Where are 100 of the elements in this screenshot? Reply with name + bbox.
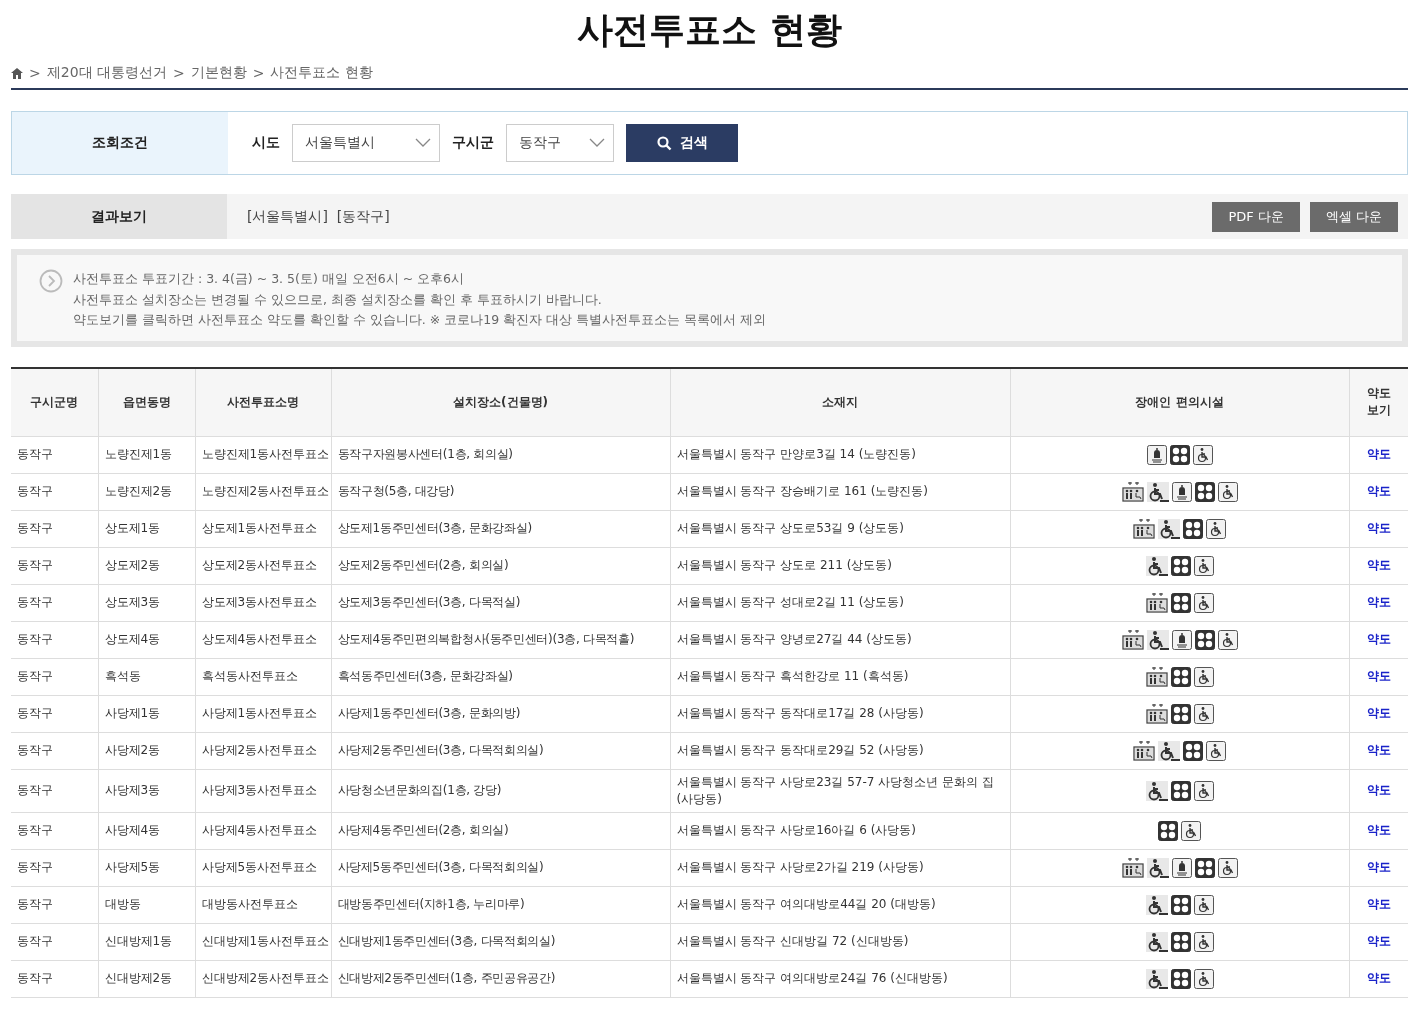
bell-icon — [1171, 857, 1192, 878]
table-cell: 동작구 — [11, 769, 98, 812]
table-cell: 서울특별시 동작구 상도로53길 9 (상도동) — [670, 510, 1010, 547]
map-link[interactable]: 약도 — [1366, 823, 1391, 837]
dots-icon — [1194, 629, 1215, 650]
wheelchair-icon — [1193, 666, 1214, 687]
breadcrumb-link[interactable]: 사전투표소 현황 — [270, 64, 373, 82]
ramp-wheelchair-icon — [1146, 629, 1169, 650]
table-cell: 사당제1동주민센터(3층, 문화의방) — [331, 695, 670, 732]
table-cell: 대방동 — [98, 886, 195, 923]
column-header: 약도 보기 — [1349, 367, 1408, 436]
dropdown-select[interactable]: 동작구 — [506, 124, 614, 162]
table-cell: 노량진제1동사전투표소 — [195, 436, 331, 473]
map-link[interactable]: 약도 — [1366, 558, 1391, 572]
column-header: 읍면동명 — [98, 367, 195, 436]
table-cell: 신대방제2동사전투표소 — [195, 960, 331, 997]
table-cell: 신대방제1동사전투표소 — [195, 923, 331, 960]
table-cell: 상도제2동 — [98, 547, 195, 584]
elevator-icon — [1133, 740, 1155, 761]
column-header: 소재지 — [670, 367, 1010, 436]
search-button[interactable]: 검색 — [626, 124, 738, 162]
table-cell: 사당제2동사전투표소 — [195, 732, 331, 769]
table-cell: 동작구 — [11, 584, 98, 621]
chevron-circle-icon — [39, 269, 63, 293]
table-cell: 상도제4동 — [98, 621, 195, 658]
table-cell: 동작구자원봉사센터(1층, 회의실) — [331, 436, 670, 473]
result-label: 결과보기 — [11, 194, 227, 239]
dots-icon — [1170, 780, 1191, 801]
table-cell: 사당제1동 — [98, 695, 195, 732]
table-cell: 사당제3동사전투표소 — [195, 769, 331, 812]
table-cell: 상도제1동주민센터(3층, 문화강좌실) — [331, 510, 670, 547]
bell-icon — [1171, 629, 1192, 650]
wheelchair-icon — [1217, 481, 1238, 502]
table-cell: 사당제2동 — [98, 732, 195, 769]
dots-icon — [1158, 820, 1178, 841]
map-link[interactable]: 약도 — [1366, 743, 1391, 757]
dots-icon — [1170, 894, 1191, 915]
home-icon[interactable] — [11, 67, 23, 79]
map-link[interactable]: 약도 — [1366, 669, 1391, 683]
table-cell: 동작구 — [11, 886, 98, 923]
dropdown-select[interactable]: 서울특별시 — [292, 124, 440, 162]
table-cell: 동작구 — [11, 732, 98, 769]
map-link[interactable]: 약도 — [1366, 897, 1391, 911]
table-cell: 서울특별시 동작구 신대방길 72 (신대방동) — [670, 923, 1010, 960]
table-cell: 상도제2동주민센터(2층, 회의실) — [331, 547, 670, 584]
download-button[interactable]: PDF 다운 — [1212, 201, 1300, 232]
table-cell: 노량진제2동사전투표소 — [195, 473, 331, 510]
field-label: 시도 — [252, 134, 280, 152]
table-cell: 신대방제2동주민센터(1층, 주민공유공간) — [331, 960, 670, 997]
map-link[interactable]: 약도 — [1366, 447, 1391, 461]
ramp-wheelchair-icon — [1145, 931, 1168, 952]
ramp-wheelchair-icon — [1158, 740, 1180, 761]
download-button[interactable]: 엑셀 다운 — [1309, 201, 1398, 232]
map-link[interactable]: 약도 — [1366, 934, 1391, 948]
table-cell: 동작구 — [11, 510, 98, 547]
table-cell: 사당제4동주민센터(2층, 회의실) — [331, 812, 670, 849]
elevator-icon — [1121, 481, 1144, 502]
breadcrumb-link[interactable]: 제20대 대통령선거 — [46, 64, 167, 82]
wheelchair-icon — [1193, 592, 1214, 613]
search-condition-label: 조회조건 — [12, 112, 228, 174]
wheelchair-icon — [1193, 931, 1214, 952]
elevator-icon — [1145, 592, 1168, 613]
dots-icon — [1170, 968, 1191, 989]
table-cell: 사당제3동 — [98, 769, 195, 812]
elevator-icon — [1133, 518, 1155, 539]
result-text: [서울특별시] [동작구] — [246, 207, 391, 226]
map-link[interactable]: 약도 — [1366, 971, 1391, 985]
elevator-icon — [1145, 703, 1168, 724]
wheelchair-icon — [1193, 968, 1214, 989]
table-cell: 서울특별시 동작구 장승배기로 161 (노량진동) — [670, 473, 1010, 510]
table-cell: 사당제1동사전투표소 — [195, 695, 331, 732]
map-link[interactable]: 약도 — [1366, 595, 1391, 609]
table-cell: 사당제5동 — [98, 849, 195, 886]
map-link[interactable]: 약도 — [1366, 521, 1391, 535]
table-cell: 상도제4동사전투표소 — [195, 621, 331, 658]
table-cell: 동작구 — [11, 960, 98, 997]
map-link[interactable]: 약도 — [1366, 783, 1391, 797]
table-cell: 상도제1동 — [98, 510, 195, 547]
table-cell: 사당제5동사전투표소 — [195, 849, 331, 886]
wheelchair-icon — [1206, 518, 1226, 539]
table-cell: 서울특별시 동작구 동작대로17길 28 (사당동) — [670, 695, 1010, 732]
table-cell: 대방동사전투표소 — [195, 886, 331, 923]
field-label: 구시군 — [452, 134, 494, 152]
wheelchair-icon — [1193, 894, 1214, 915]
map-link[interactable]: 약도 — [1366, 860, 1391, 874]
table-cell: 사당제2동주민센터(3층, 다목적회의실) — [331, 732, 670, 769]
ramp-wheelchair-icon — [1146, 857, 1169, 878]
table-cell: 사당제4동 — [98, 812, 195, 849]
ramp-wheelchair-icon — [1145, 894, 1168, 915]
map-link[interactable]: 약도 — [1366, 706, 1391, 720]
table-cell: 동작구 — [11, 547, 98, 584]
map-link[interactable]: 약도 — [1366, 632, 1391, 646]
column-header: 설치장소(건물명) — [331, 367, 670, 436]
breadcrumb-link[interactable]: 기본현황 — [190, 64, 247, 82]
wheelchair-icon — [1217, 857, 1238, 878]
dots-icon — [1183, 518, 1203, 539]
table-cell: 상도제1동사전투표소 — [195, 510, 331, 547]
page-title: 사전투표소 현황 — [576, 8, 843, 52]
wheelchair-icon — [1193, 555, 1214, 576]
map-link[interactable]: 약도 — [1366, 484, 1391, 498]
